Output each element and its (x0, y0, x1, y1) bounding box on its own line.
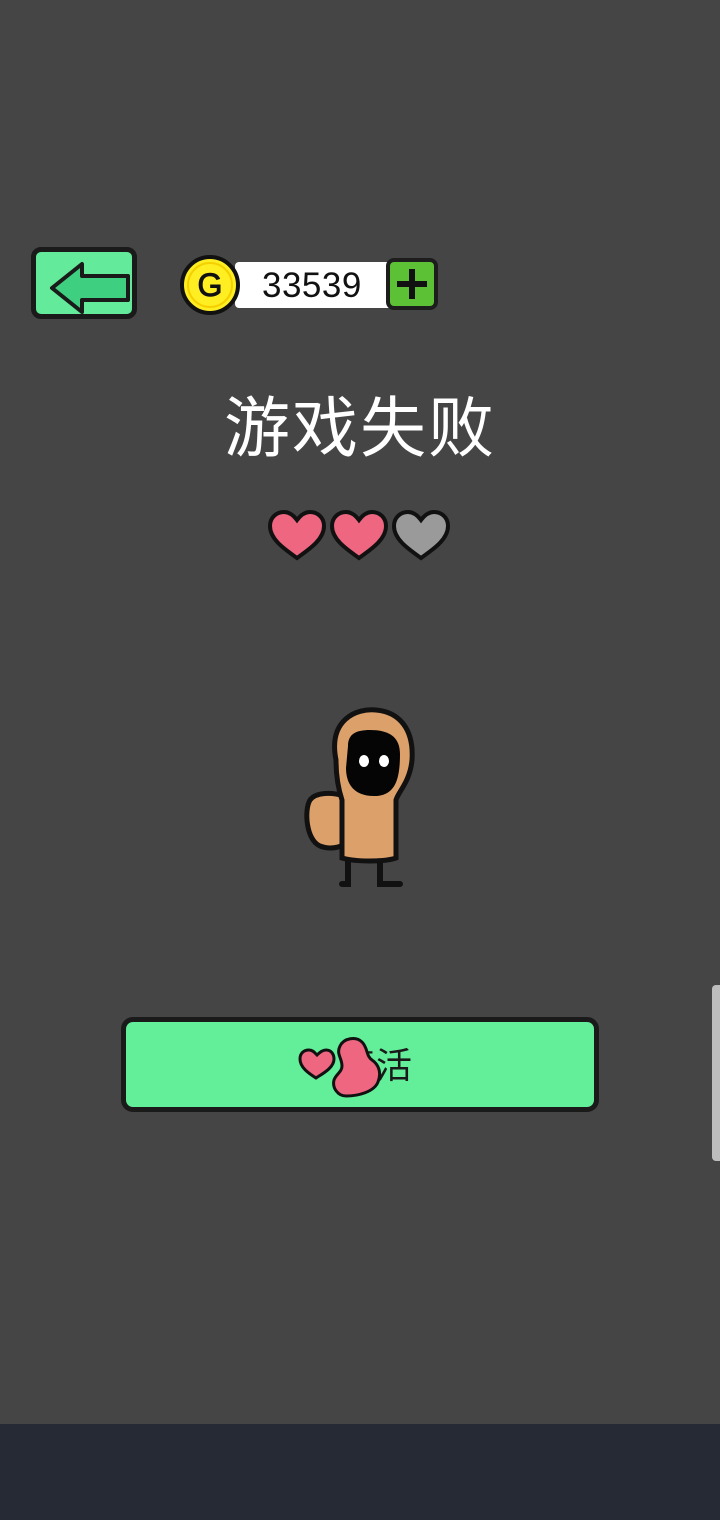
heart-icon (329, 509, 389, 561)
add-coins-button[interactable] (386, 258, 438, 310)
broken-heart-icon (298, 1037, 382, 1098)
back-button[interactable] (31, 247, 137, 319)
lives-indicator (266, 508, 456, 566)
coin-count: 33539 (262, 266, 362, 305)
coin-icon: G (180, 255, 240, 315)
heart-icon (267, 509, 327, 561)
heart-empty-icon (391, 509, 451, 561)
scrollbar[interactable] (712, 985, 720, 1161)
system-nav-bar (0, 1424, 720, 1520)
svg-text:G: G (198, 267, 223, 303)
plus-icon (397, 269, 427, 299)
game-screen: G 33539 游戏失败 复活 (0, 0, 720, 1424)
game-over-title: 游戏失败 (224, 390, 496, 467)
left-arrow-icon (50, 262, 130, 314)
hooded-character (304, 707, 415, 887)
